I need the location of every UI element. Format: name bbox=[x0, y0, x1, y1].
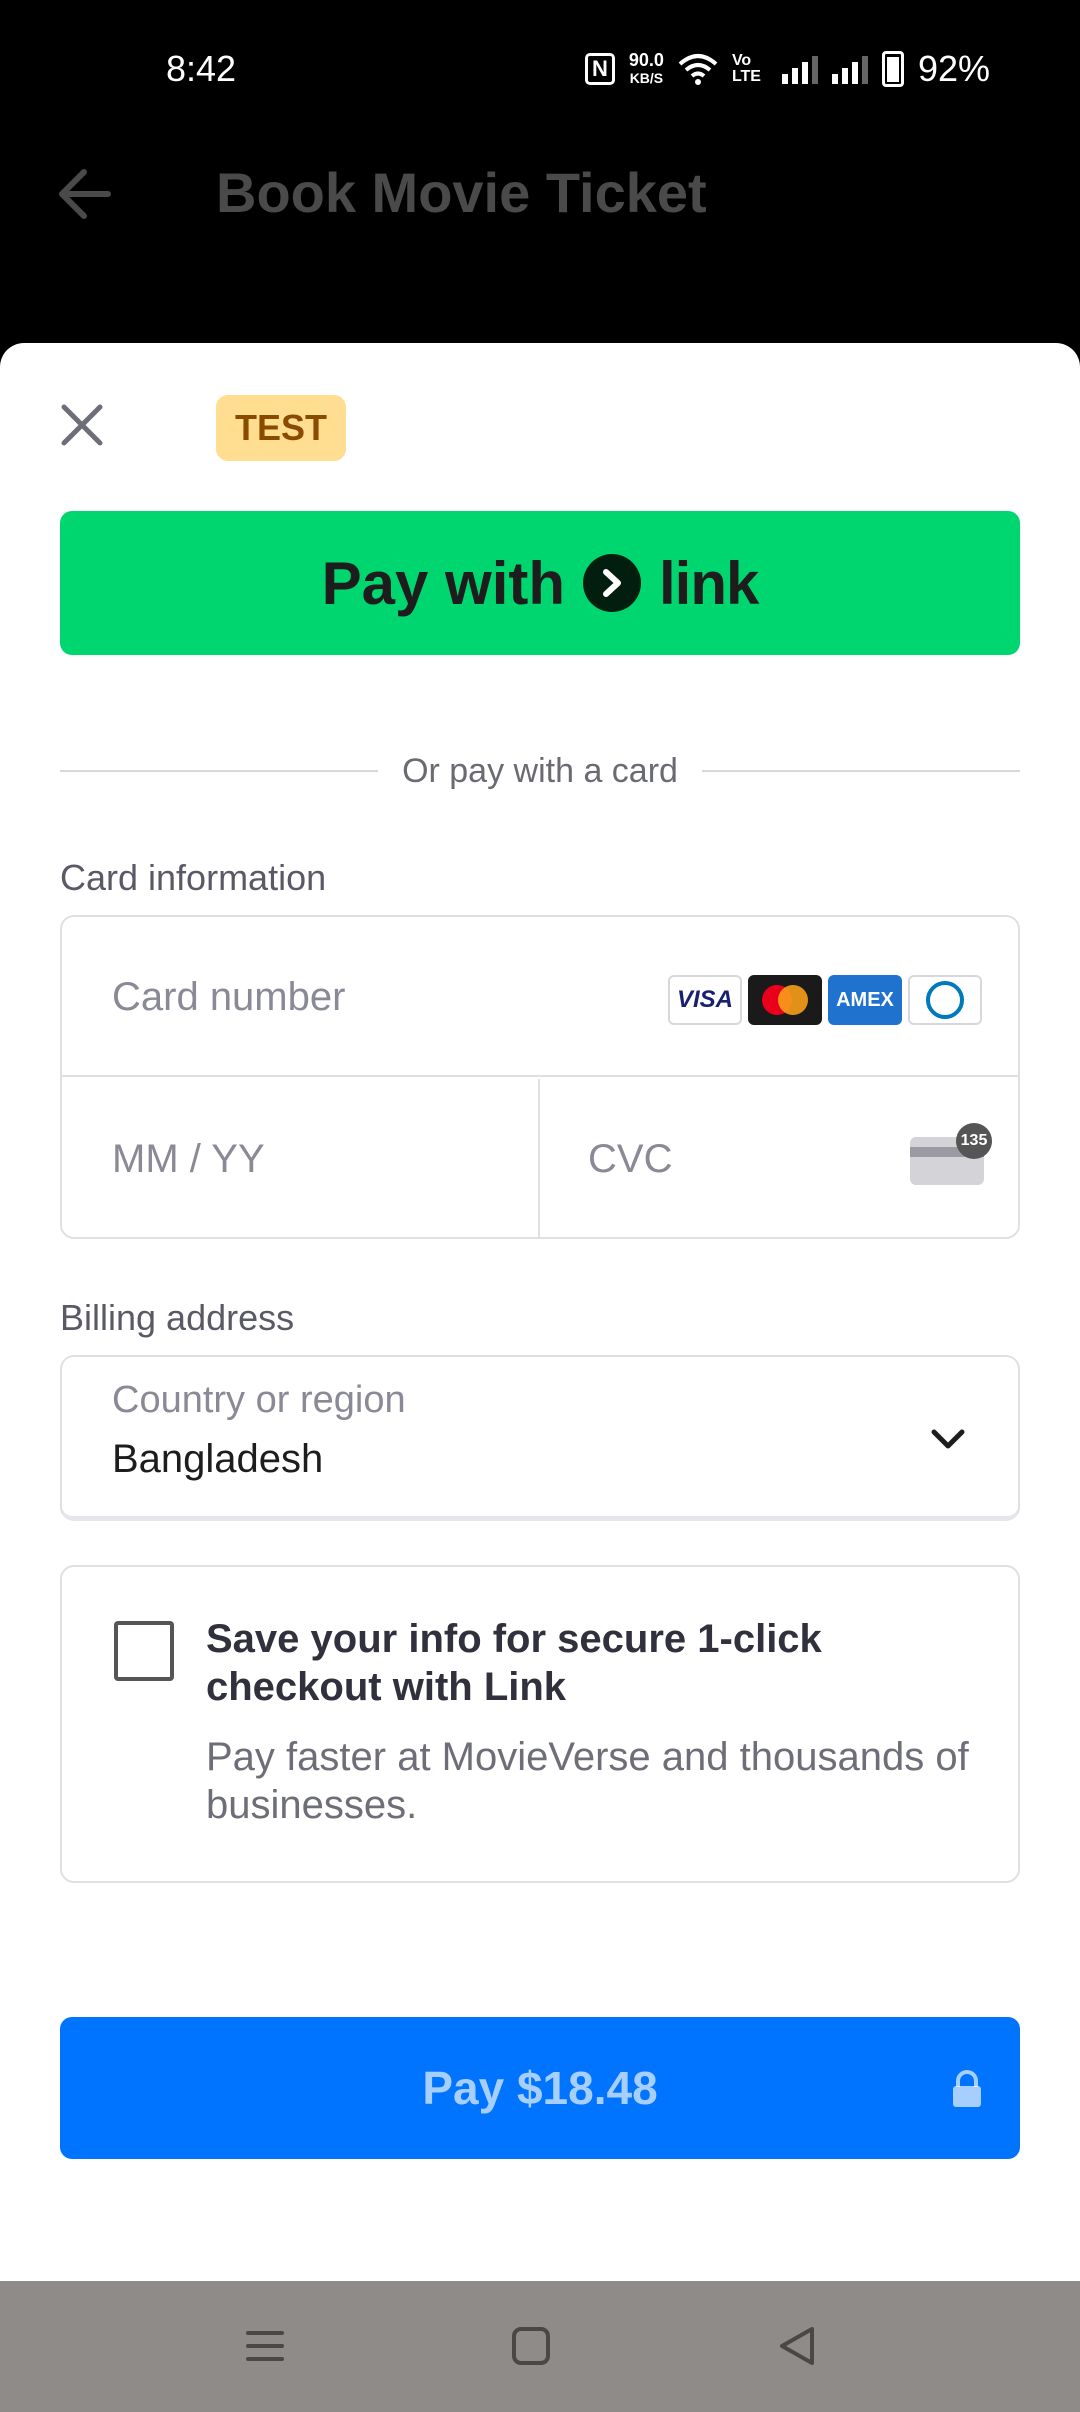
cvc-placeholder: CVC bbox=[588, 1137, 673, 1181]
chevron-down-icon bbox=[931, 1429, 965, 1449]
back-arrow-icon[interactable] bbox=[56, 168, 112, 220]
status-bar: 8:42 N 90.0 KB/S Vo LTE 92% bbox=[0, 0, 1080, 140]
lock-icon bbox=[953, 2070, 981, 2107]
country-select-label: Country or region bbox=[112, 1379, 406, 1421]
battery-percent: 92% bbox=[917, 48, 990, 89]
card-number-input[interactable]: Card number VISA AMEX bbox=[62, 917, 1018, 1077]
link-brand: link bbox=[659, 549, 759, 617]
expiry-input[interactable]: MM / YY bbox=[62, 1079, 540, 1239]
system-nav-bar bbox=[0, 2281, 1080, 2412]
network-speed-unit: KB/S bbox=[629, 70, 664, 86]
card-information-box: Card number VISA AMEX MM / YY CVC 135 bbox=[60, 915, 1020, 1239]
divider-line-right bbox=[701, 770, 1021, 772]
link-arrow-icon bbox=[583, 554, 642, 612]
amex-icon: AMEX bbox=[828, 975, 902, 1025]
back-triangle-icon[interactable] bbox=[772, 2321, 822, 2371]
close-icon[interactable] bbox=[60, 403, 104, 447]
nfc-icon: N bbox=[584, 53, 615, 85]
cvc-input[interactable]: CVC 135 bbox=[540, 1079, 1018, 1239]
or-divider: Or pay with a card bbox=[60, 749, 1021, 793]
country-select[interactable]: Country or region Bangladesh bbox=[60, 1355, 1020, 1521]
divider-line-left bbox=[60, 770, 379, 772]
signal-2-icon bbox=[831, 54, 868, 84]
volte-label: Vo LTE bbox=[731, 52, 761, 85]
visa-icon: VISA bbox=[668, 975, 742, 1025]
save-info-checkbox[interactable] bbox=[114, 1621, 174, 1681]
battery-icon bbox=[881, 51, 904, 87]
card-number-placeholder: Card number bbox=[112, 975, 346, 1019]
pay-button[interactable]: Pay $18.48 bbox=[60, 2017, 1020, 2159]
link-button-prefix: Pay with bbox=[321, 549, 566, 617]
status-icons: N 90.0 KB/S Vo LTE 92% bbox=[584, 48, 990, 90]
cvc-card-icon: 135 bbox=[910, 1123, 992, 1185]
page-title: Book Movie Ticket bbox=[216, 161, 707, 224]
cvc-badge: 135 bbox=[956, 1123, 992, 1159]
divider-text: Or pay with a card bbox=[402, 751, 678, 790]
card-brand-logos: VISA AMEX bbox=[668, 975, 982, 1025]
test-mode-badge: TEST bbox=[216, 395, 346, 461]
status-time: 8:42 bbox=[166, 48, 237, 89]
country-select-value: Bangladesh bbox=[112, 1437, 324, 1481]
network-speed-value: 90.0 bbox=[628, 50, 664, 70]
save-info-subtitle: Pay faster at MovieVerse and thousands o… bbox=[206, 1735, 969, 1827]
card-information-label: Card information bbox=[60, 857, 327, 898]
signal-1-icon bbox=[781, 54, 818, 84]
pay-with-link-button[interactable]: Pay with link bbox=[60, 511, 1020, 655]
pay-button-label: Pay $18.48 bbox=[422, 2062, 658, 2114]
billing-address-label: Billing address bbox=[60, 1297, 295, 1338]
expiry-placeholder: MM / YY bbox=[112, 1137, 265, 1181]
network-speed: 90.0 KB/S bbox=[629, 51, 664, 87]
diners-icon bbox=[908, 975, 982, 1025]
mastercard-icon bbox=[748, 975, 822, 1025]
save-info-box: Save your info for secure 1-click checko… bbox=[60, 1565, 1020, 1883]
wifi-icon bbox=[678, 54, 718, 85]
home-square-icon[interactable] bbox=[506, 2321, 556, 2371]
save-info-title: Save your info for secure 1-click checko… bbox=[206, 1617, 822, 1709]
payment-sheet: TEST Pay with link Or pay with a card Ca… bbox=[0, 343, 1080, 2281]
menu-icon[interactable] bbox=[240, 2321, 290, 2371]
